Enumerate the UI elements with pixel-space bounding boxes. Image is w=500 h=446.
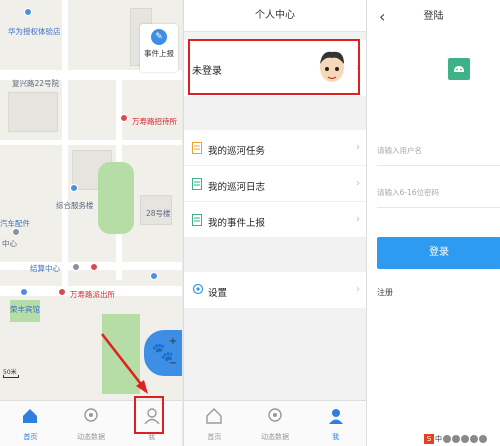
- login-entry-row[interactable]: 未登录 ›: [184, 39, 366, 96]
- map-road: [0, 140, 182, 145]
- zoom-control[interactable]: + −: [166, 336, 180, 380]
- map-label: 万寿路派出所: [70, 290, 115, 299]
- map-label: 荣丰宾馆: [10, 305, 40, 314]
- home-icon: [206, 408, 223, 424]
- ime-tool-icon: [470, 435, 478, 443]
- map-label: 结算中心: [30, 264, 60, 273]
- register-link[interactable]: 注册: [377, 287, 393, 298]
- tab-dynamic-label: 动态数据: [261, 433, 289, 441]
- tab-home[interactable]: 首页: [0, 401, 61, 446]
- map-label: 万寿路招待所: [132, 117, 177, 126]
- login-header: ‹ 登陆: [367, 0, 500, 34]
- settings-label: 设置: [208, 288, 228, 299]
- map-label: 复兴路22号院: [12, 79, 60, 88]
- map-pin[interactable]: [70, 184, 78, 192]
- username-field[interactable]: 请输入用户名: [377, 136, 500, 166]
- chevron-right-icon: ›: [356, 142, 360, 153]
- map-pin[interactable]: [58, 288, 66, 296]
- tab-dynamic-data[interactable]: 动态数据: [245, 401, 306, 446]
- menu-item-patrol-task[interactable]: 我的巡河任务 ›: [184, 130, 366, 166]
- highlight-box: [134, 396, 164, 434]
- report-icon: [192, 214, 202, 226]
- ime-tool-icon: [479, 435, 487, 443]
- event-report-button[interactable]: ✎ 事件上报: [140, 24, 178, 72]
- chevron-right-icon: ›: [356, 214, 360, 225]
- map-park: [98, 162, 134, 234]
- task-icon: [192, 142, 202, 154]
- highlight-box: [188, 39, 360, 95]
- menu-item-label: 我的巡河日志: [208, 182, 266, 193]
- tab-home-label: 首页: [23, 433, 38, 441]
- map-pin[interactable]: [24, 8, 32, 16]
- ime-mode-label: 中: [435, 435, 442, 443]
- home-icon: [23, 409, 38, 423]
- location-icon: [84, 408, 98, 422]
- personal-center-screen: 个人中心 未登录 › 我的巡河任务 › 我的巡河日志 › 我的事件上报 › 设置…: [183, 0, 366, 446]
- page-title: 登陆: [423, 11, 444, 22]
- event-report-label: 事件上报: [144, 49, 174, 58]
- map-screen: 华为授权体验店 复兴路22号院 万寿路招待所 综合服务楼 28号楼 汽车配件 中…: [0, 0, 182, 446]
- report-icon: ✎: [151, 29, 167, 45]
- tab-dynamic-data[interactable]: 动态数据: [61, 401, 122, 446]
- menu-item-label: 我的巡河任务: [208, 146, 266, 157]
- map-label: 华为授权体验店: [8, 27, 61, 36]
- location-icon: [268, 408, 282, 422]
- password-field[interactable]: 请输入6-16位密码: [377, 178, 500, 208]
- chevron-right-icon: ›: [356, 178, 360, 189]
- log-icon: [192, 178, 202, 190]
- tab-home[interactable]: 首页: [184, 401, 245, 446]
- menu-item-settings[interactable]: 设置 ›: [184, 272, 366, 308]
- map-pin[interactable]: [20, 288, 28, 296]
- map-building: [8, 92, 58, 132]
- ime-tool-icon: [461, 435, 469, 443]
- tab-home-label: 首页: [207, 433, 222, 441]
- map-pin[interactable]: [150, 272, 158, 280]
- screenshot-root: 华为授权体验店 复兴路22号院 万寿路招待所 综合服务楼 28号楼 汽车配件 中…: [0, 0, 500, 446]
- scale-bar: [3, 375, 19, 378]
- back-arrow-icon[interactable]: ‹: [379, 0, 385, 34]
- tab-dynamic-label: 动态数据: [77, 433, 105, 441]
- chevron-right-icon: ›: [356, 284, 360, 295]
- gear-icon: [192, 283, 204, 295]
- map-pin[interactable]: [12, 228, 20, 236]
- app-logo-icon: [448, 58, 470, 80]
- menu-item-patrol-log[interactable]: 我的巡河日志 ›: [184, 166, 366, 202]
- bottom-tab-bar: 首页 动态数据 我: [184, 400, 366, 446]
- page-title: 个人中心: [184, 0, 366, 32]
- map-label: 28号楼: [146, 209, 171, 218]
- sogou-logo-icon: S: [424, 434, 434, 444]
- map-pin[interactable]: [120, 114, 128, 122]
- ime-tool-icon: [452, 435, 460, 443]
- annotation-arrow-icon: [101, 333, 148, 394]
- menu-item-label: 我的事件上报: [208, 218, 266, 229]
- map-label: 中心: [2, 239, 17, 248]
- map-label: 综合服务楼: [56, 201, 94, 210]
- login-button[interactable]: 登录: [377, 237, 500, 269]
- tab-me[interactable]: 我: [305, 401, 366, 446]
- login-screen: ‹ 登陆 请输入用户名 请输入6-16位密码 登录 注册 S 中: [366, 0, 500, 446]
- ime-tool-icon: [443, 435, 451, 443]
- map-pin[interactable]: [72, 263, 80, 271]
- menu-list: 我的巡河任务 › 我的巡河日志 › 我的事件上报 ›: [184, 130, 366, 238]
- map-pin[interactable]: [90, 263, 98, 271]
- ime-status-bar[interactable]: S 中: [424, 432, 500, 446]
- tab-me-label: 我: [332, 433, 340, 441]
- menu-item-event-report[interactable]: 我的事件上报 ›: [184, 202, 366, 238]
- map-road: [62, 0, 68, 290]
- person-icon: [328, 409, 343, 424]
